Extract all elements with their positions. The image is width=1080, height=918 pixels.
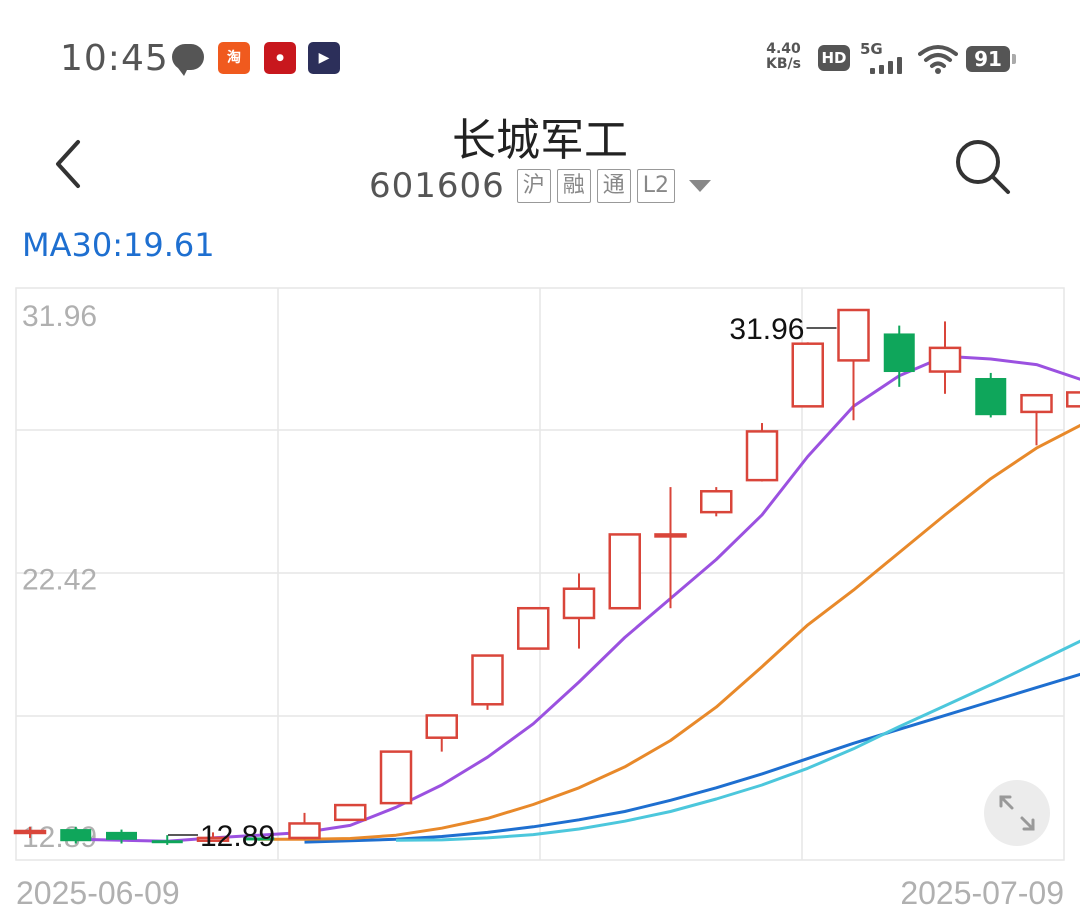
- candles: [13, 308, 1080, 845]
- tag-level2: L2: [636, 169, 676, 203]
- candle-body: [425, 714, 458, 739]
- candle-body: [928, 346, 962, 373]
- news-app-icon: ●: [264, 42, 296, 74]
- candle-body: [288, 822, 321, 840]
- candle-body: [151, 840, 183, 844]
- ma30-label: MA30:19.61: [22, 226, 215, 264]
- candle: [700, 487, 733, 517]
- candle: [1020, 393, 1053, 446]
- stock-name: 长城军工: [452, 115, 628, 166]
- dropdown-caret-icon[interactable]: [689, 180, 712, 192]
- net-speed-unit: KB/s: [766, 56, 801, 72]
- candle: [425, 714, 458, 752]
- candle-body: [1066, 391, 1080, 408]
- candle-body: [745, 430, 779, 482]
- candle: [791, 342, 824, 408]
- taobao-app-icon: 淘: [218, 42, 250, 74]
- candle: [928, 321, 962, 394]
- candle-body: [60, 829, 92, 842]
- candle-body: [517, 606, 550, 650]
- candle: [517, 606, 550, 650]
- video-app-icon: ▶: [308, 42, 340, 74]
- candle-body: [106, 831, 137, 840]
- hd-icon: HD: [818, 45, 850, 71]
- tag-shanghai: 沪: [516, 169, 551, 203]
- stock-code: 601606: [368, 166, 505, 206]
- candle-body: [13, 829, 47, 835]
- candle: [837, 308, 870, 421]
- candlestick-chart[interactable]: 31.9622.4212.89 31.9612.89 2025-06-09 202…: [0, 280, 1080, 918]
- x-axis-end-label: 2025-07-09: [900, 875, 1064, 911]
- max-marker-label: 31.96: [729, 313, 804, 346]
- tag-margin: 融: [556, 169, 591, 203]
- candle-body: [471, 654, 504, 706]
- candle-body: [791, 342, 824, 408]
- candle-body: [883, 333, 915, 373]
- x-axis-start-label: 2025-06-09: [16, 875, 180, 911]
- net-speed: 4.40 KB/s: [766, 42, 801, 72]
- search-icon[interactable]: [952, 136, 1012, 196]
- extreme-markers: 31.96 12.89: [168, 313, 837, 853]
- candle: [745, 423, 779, 482]
- candle-body: [379, 750, 413, 805]
- candle-body: [562, 587, 596, 620]
- ma30-line: [304, 672, 1080, 844]
- candle-body: [1020, 393, 1053, 414]
- y-axis-labels: 31.9622.4212.89: [22, 300, 97, 854]
- x-axis-labels: 2025-06-09 2025-07-09: [16, 875, 1064, 911]
- candle: [608, 533, 641, 610]
- tag-connect: 通: [596, 169, 631, 203]
- ma20-line: [395, 639, 1080, 842]
- candle-body: [975, 377, 1007, 416]
- y-axis-label: 22.42: [22, 564, 97, 597]
- candle-body: [608, 533, 641, 610]
- candle: [379, 750, 413, 805]
- candle-body: [700, 490, 733, 514]
- candle-body: [334, 803, 367, 822]
- candle: [975, 372, 1007, 418]
- candle: [288, 812, 321, 840]
- candle: [334, 803, 367, 822]
- status-time: 10:45: [60, 38, 169, 79]
- signal-icon: [870, 56, 906, 74]
- candle-body: [837, 308, 870, 362]
- wifi-icon: [918, 45, 958, 74]
- chat-icon: [172, 44, 204, 76]
- stock-code-row[interactable]: 601606 沪 融 通 L2: [0, 166, 1080, 206]
- net-speed-value: 4.40: [766, 41, 801, 57]
- candle: [471, 654, 504, 710]
- status-bar: 10:45 淘 ● ▶ 4.40 KB/s HD 5G 91: [0, 0, 1080, 110]
- battery-indicator: 91: [966, 46, 1016, 72]
- candle: [60, 826, 92, 844]
- candle: [1066, 391, 1080, 408]
- candle: [562, 573, 596, 649]
- candle: [883, 325, 915, 387]
- candle-body: [654, 533, 687, 538]
- stock-header: 长城军工 601606 沪 融 通 L2: [0, 100, 1080, 220]
- expand-icon: [999, 795, 1035, 831]
- min-marker-label: 12.89: [200, 820, 275, 853]
- expand-button[interactable]: [984, 780, 1050, 846]
- y-axis-label: 31.96: [22, 300, 97, 333]
